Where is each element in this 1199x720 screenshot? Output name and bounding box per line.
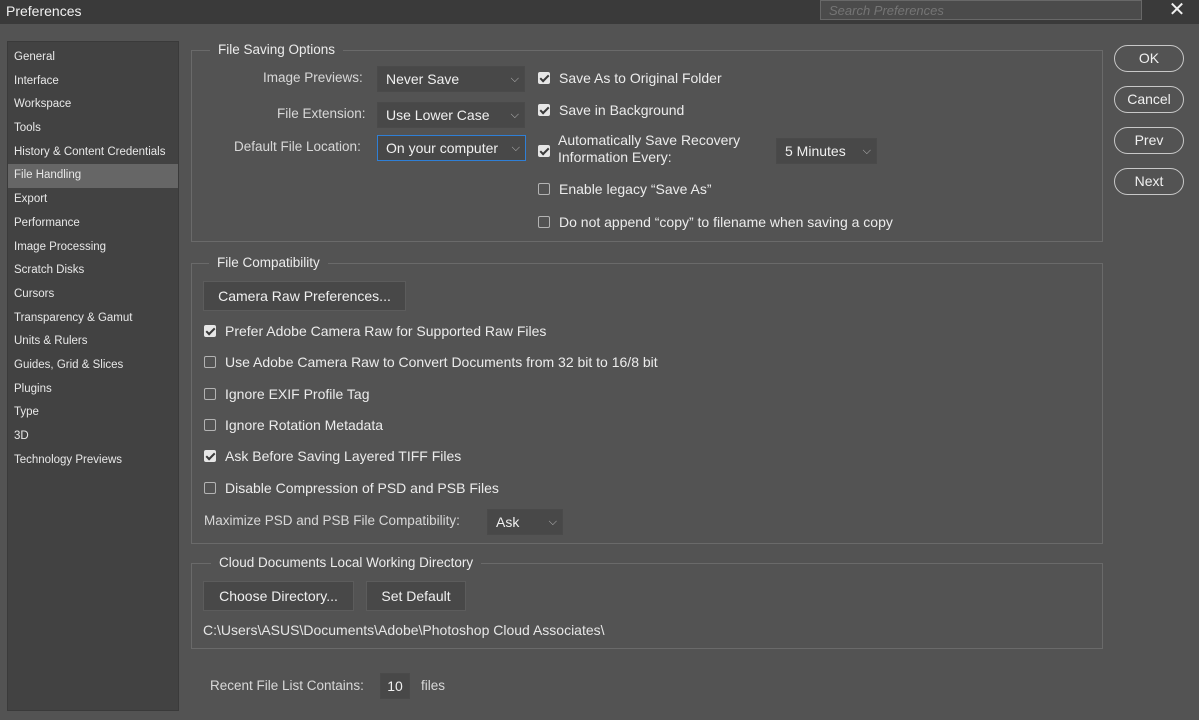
use-acr-convert-checkbox[interactable] [204,356,216,368]
nav-item-interface[interactable]: Interface [8,70,178,94]
image-previews-value: Never Save [386,71,460,87]
title-bar: Preferences ✕ [0,0,1199,24]
set-default-button[interactable]: Set Default [366,581,466,611]
legacy-save-as-checkbox[interactable] [538,183,550,195]
chevron-down-icon: ⌵ [548,516,557,528]
legacy-save-as-label: Enable legacy “Save As” [559,181,712,197]
close-icon[interactable]: ✕ [1166,0,1188,22]
prefer-acr-checkbox[interactable] [204,325,216,337]
chevron-down-icon: ⌵ [510,73,519,85]
chevron-down-icon: ⌵ [511,142,520,154]
file-extension-value: Use Lower Case [386,107,490,123]
nav-item-tools[interactable]: Tools [8,117,178,141]
save-as-original-label: Save As to Original Folder [559,70,722,86]
cloud-directory-path: C:\Users\ASUS\Documents\Adobe\Photoshop … [203,622,605,638]
nav-item-export[interactable]: Export [8,188,178,212]
save-in-background-label: Save in Background [559,102,685,118]
default-location-select[interactable]: On your computer ⌵ [377,135,526,161]
nav-item-plugins[interactable]: Plugins [8,378,178,402]
file-saving-options-legend: File Saving Options [210,42,344,57]
auto-save-checkbox[interactable] [538,145,550,157]
ignore-rotation-checkbox[interactable] [204,419,216,431]
ok-button[interactable]: OK [1114,45,1184,72]
next-button[interactable]: Next [1114,168,1184,195]
maximize-compat-label: Maximize PSD and PSB File Compatibility: [204,513,460,528]
nav-item-type[interactable]: Type [8,401,178,425]
ask-tiff-checkbox[interactable] [204,450,216,462]
nav-item-workspace[interactable]: Workspace [8,93,178,117]
nav-item-units-rulers[interactable]: Units & Rulers [8,330,178,354]
nav-item-guides-grid-slices[interactable]: Guides, Grid & Slices [8,354,178,378]
category-list: General Interface Workspace Tools History & … [7,41,179,711]
maximize-compat-select[interactable]: Ask ⌵ [487,509,563,535]
ask-tiff-label: Ask Before Saving Layered TIFF Files [225,448,462,464]
nav-item-file-handling[interactable]: File Handling [8,164,178,189]
ignore-rotation-label: Ignore Rotation Metadata [225,417,383,433]
nav-item-scratch-disks[interactable]: Scratch Disks [8,259,178,283]
auto-save-label: Automatically Save Recovery Information E… [558,132,740,166]
nav-item-performance[interactable]: Performance [8,212,178,236]
cloud-documents-legend: Cloud Documents Local Working Directory [211,555,482,570]
default-location-value: On your computer [386,140,499,156]
save-as-original-checkbox[interactable] [538,72,550,84]
disable-compression-checkbox[interactable] [204,482,216,494]
prefer-acr-label: Prefer Adobe Camera Raw for Supported Ra… [225,323,547,339]
no-copy-append-label: Do not append “copy” to filename when sa… [559,214,893,230]
ignore-exif-checkbox[interactable] [204,388,216,400]
recent-files-count-input[interactable]: 10 [380,673,410,699]
search-input[interactable] [821,1,1141,19]
search-box[interactable] [820,0,1142,20]
cancel-button[interactable]: Cancel [1114,86,1184,113]
nav-item-cursors[interactable]: Cursors [8,283,178,307]
chevron-down-icon: ⌵ [862,145,871,157]
file-compatibility-legend: File Compatibility [209,255,328,270]
nav-item-general[interactable]: General [8,46,178,70]
auto-save-label-line1: Automatically Save Recovery [558,132,741,148]
prev-button[interactable]: Prev [1114,127,1184,154]
image-previews-select[interactable]: Never Save ⌵ [377,66,525,92]
recent-files-label: Recent File List Contains: [210,678,364,693]
disable-compression-label: Disable Compression of PSD and PSB Files [225,480,499,496]
nav-item-3d[interactable]: 3D [8,425,178,449]
chevron-down-icon: ⌵ [510,109,519,121]
auto-save-interval-select[interactable]: 5 Minutes ⌵ [776,138,877,164]
nav-item-history-content-credentials[interactable]: History & Content Credentials [8,141,178,165]
ignore-exif-label: Ignore EXIF Profile Tag [225,386,370,402]
maximize-compat-value: Ask [496,514,520,530]
nav-item-technology-previews[interactable]: Technology Previews [8,449,178,473]
image-previews-label: Image Previews: [263,70,363,85]
file-extension-label: File Extension: [277,106,366,121]
nav-item-transparency-gamut[interactable]: Transparency & Gamut [8,307,178,331]
no-copy-append-checkbox[interactable] [538,216,550,228]
default-location-label: Default File Location: [234,139,361,154]
choose-directory-button[interactable]: Choose Directory... [203,581,354,611]
nav-item-image-processing[interactable]: Image Processing [8,236,178,260]
recent-files-unit: files [421,678,446,693]
file-extension-select[interactable]: Use Lower Case ⌵ [377,102,525,128]
camera-raw-preferences-button[interactable]: Camera Raw Preferences... [203,281,406,311]
auto-save-label-line2: Information Every: [558,149,672,165]
use-acr-convert-label: Use Adobe Camera Raw to Convert Document… [225,354,658,370]
save-in-background-checkbox[interactable] [538,104,550,116]
window-title: Preferences [6,3,82,19]
auto-save-interval-value: 5 Minutes [785,143,846,159]
